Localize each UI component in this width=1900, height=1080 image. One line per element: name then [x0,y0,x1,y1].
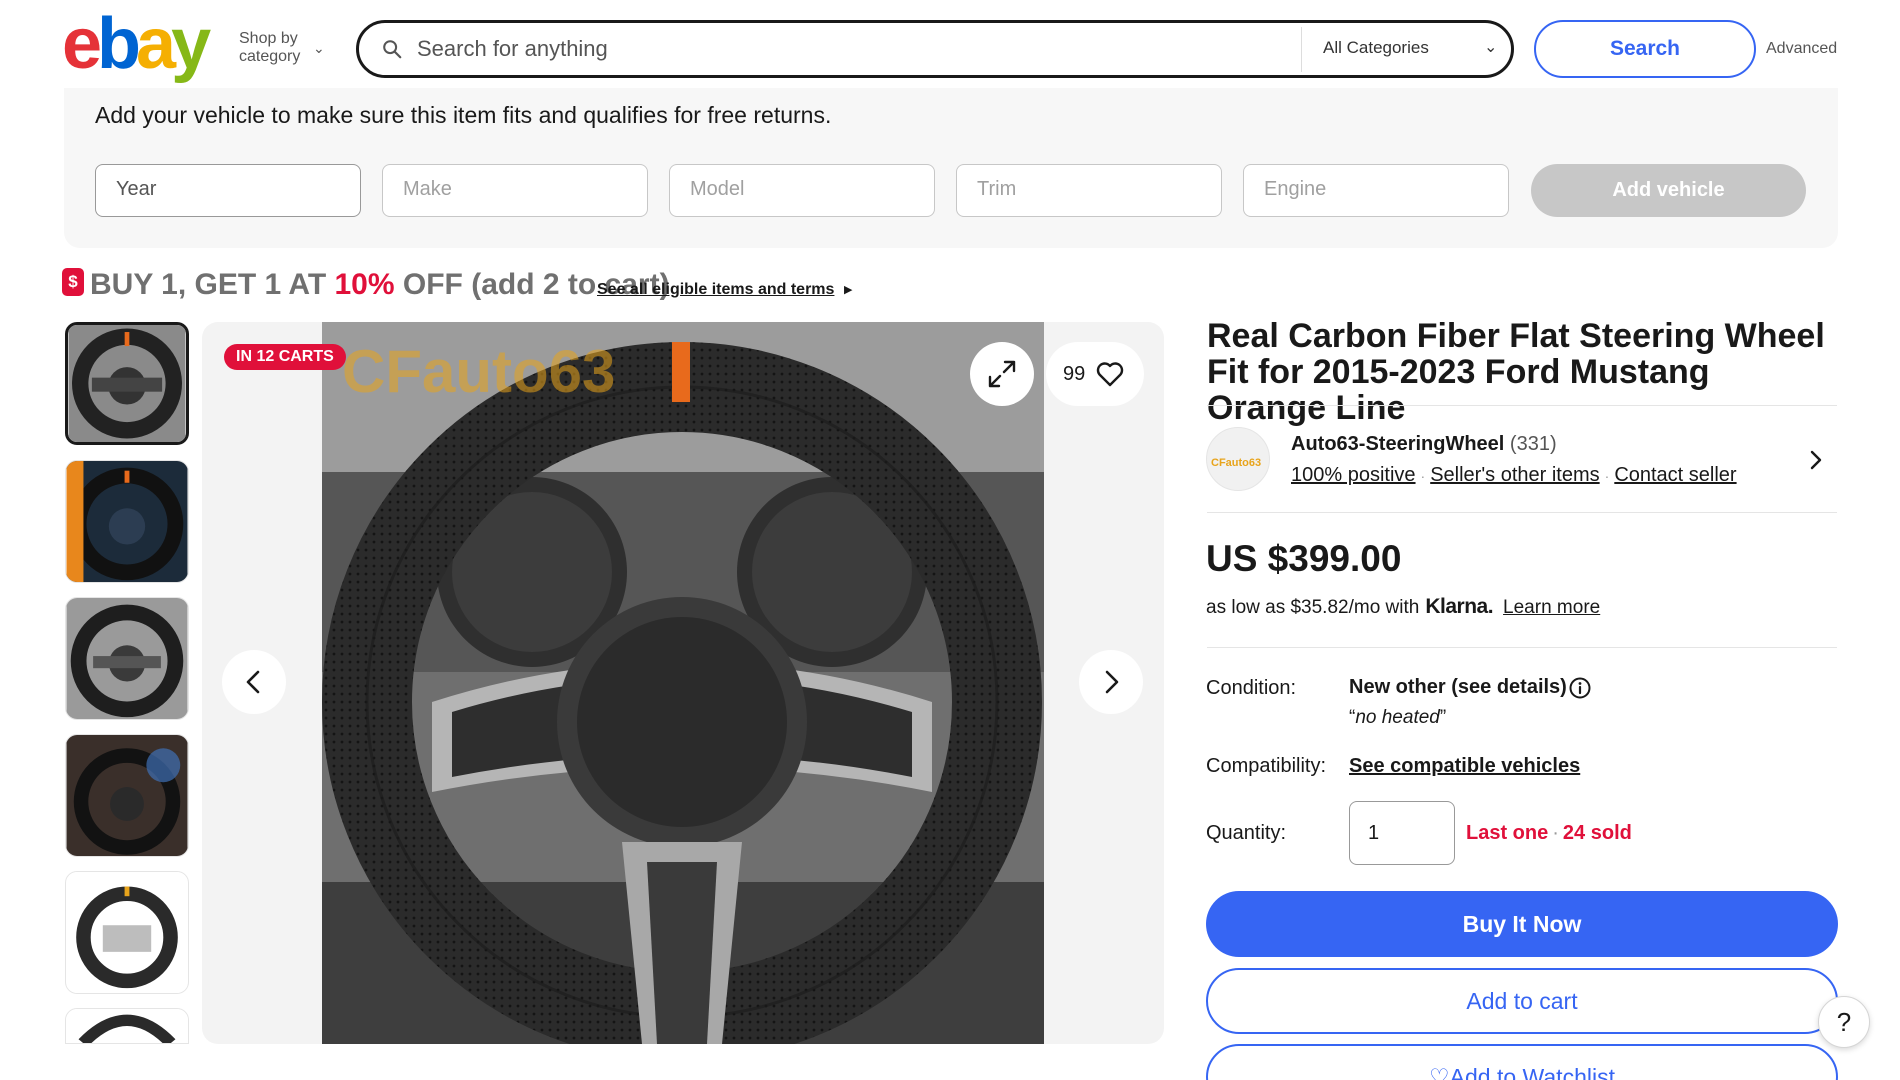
chevron-right-icon[interactable] [1806,446,1826,474]
seller-other-items-link[interactable]: Seller's other items [1430,464,1599,486]
steering-wheel-thumbnail-image [66,598,188,719]
add-to-watchlist-button[interactable]: ♡Add to Watchlist [1206,1044,1838,1080]
search-box: All Categories ⌄ [356,20,1514,78]
thumbnail-2[interactable] [65,460,189,583]
search-icon [383,40,402,59]
divider [1207,405,1837,406]
steering-wheel-photo: CFauto63 [322,322,1044,1044]
condition-value: New other (see details) [1349,676,1567,698]
heart-icon [1096,362,1124,387]
steering-wheel-thumbnail-image [66,872,188,993]
category-select[interactable]: All Categories [1323,38,1429,58]
in-carts-badge: IN 12 CARTS [224,344,346,370]
steering-wheel-thumbnail-image [68,325,186,442]
contact-seller-link[interactable]: Contact seller [1614,464,1736,486]
watch-count: 99 [1063,363,1086,385]
header: ebay Shop by category ⌄ All Categories ⌄… [0,0,1900,88]
engine-select[interactable]: Engine [1243,164,1509,217]
seller-positive-link[interactable]: 100% positive [1291,464,1416,486]
seller-avatar[interactable]: CFauto63 [1206,427,1270,491]
divider [1207,647,1837,648]
shop-by-category-button[interactable]: Shop by category [239,30,300,66]
steering-wheel-thumbnail-image [66,1009,188,1043]
stock-status: Last one · 24 sold [1466,822,1632,844]
ebay-logo[interactable]: ebay [62,8,211,80]
quantity-label: Quantity: [1206,822,1287,844]
thumbnail-5[interactable] [65,871,189,994]
thumbnail-4[interactable] [65,734,189,857]
chevron-left-icon [246,670,260,694]
klarna-logo: Klarna. [1425,595,1494,618]
seller-links: 100% positive · Seller's other items · Conta… [1291,464,1737,486]
promo-banner: BUY 1, GET 1 AT 10% OFF (add 2 to cart) [90,268,670,301]
vehicle-panel-title: Add your vehicle to make sure this item … [95,102,832,128]
expand-button[interactable] [970,342,1034,406]
seller-logo-image: CFauto63 [1211,457,1261,469]
seller-feedback-count: (331) [1509,433,1557,455]
steering-wheel-thumbnail-image [66,735,188,856]
search-button[interactable]: Search [1534,20,1756,78]
vehicle-fitment-panel: Add your vehicle to make sure this item … [64,84,1838,248]
steering-wheel-thumbnail-image [66,461,188,582]
previous-image-button[interactable] [222,650,286,714]
chevron-down-icon: ⌄ [1484,39,1498,56]
thumbnail-3[interactable] [65,597,189,720]
make-select[interactable]: Make [382,164,648,217]
divider [1301,27,1302,72]
price-tag-icon: $ [62,268,84,296]
search-input[interactable] [417,32,1097,66]
trim-select[interactable]: Trim [956,164,1222,217]
add-vehicle-button[interactable]: Add vehicle [1531,164,1806,217]
thumbnail-6[interactable] [65,1008,189,1044]
chevron-down-icon: ⌄ [313,40,325,56]
installment-info: as low as $35.82/mo with Klarna. Learn mor… [1206,595,1601,618]
condition-label: Condition: [1206,677,1297,699]
help-button[interactable]: ? [1818,996,1870,1048]
divider [1207,512,1837,513]
info-icon[interactable] [1568,676,1592,700]
caret-right-icon: ▶ [844,284,853,296]
buy-it-now-button[interactable]: Buy It Now [1206,891,1838,957]
expand-icon [988,360,1016,388]
model-select[interactable]: Model [669,164,935,217]
item-title: Real Carbon Fiber Flat Steering Wheel Fi… [1207,317,1825,427]
add-to-cart-button[interactable]: Add to cart [1206,968,1838,1034]
advanced-search-link[interactable]: Advanced [1766,40,1837,58]
see-compatible-vehicles-link[interactable]: See compatible vehicles [1349,755,1580,778]
thumbnail-1[interactable] [65,322,189,445]
condition-note: “no heated” [1349,707,1447,728]
item-price: US $399.00 [1206,538,1402,579]
compatibility-label: Compatibility: [1206,755,1327,777]
chevron-right-icon [1105,670,1119,694]
year-select[interactable]: Year [95,164,361,217]
seller-name[interactable]: Auto63-SteeringWheel (331) [1291,433,1557,456]
watch-button[interactable]: 99 [1046,342,1144,406]
promo-terms-link[interactable]: See all eligible items and terms [597,281,834,299]
learn-more-link[interactable]: Learn more [1503,597,1600,618]
svg-text:CFauto63: CFauto63 [1211,457,1261,469]
image-watermark: CFauto63 [342,338,615,405]
next-image-button[interactable] [1079,650,1143,714]
quantity-input[interactable] [1349,801,1455,865]
heart-icon: ♡ [1429,1064,1450,1080]
main-image-viewer[interactable]: CFauto63 IN 12 CARTS 99 [202,322,1164,1044]
